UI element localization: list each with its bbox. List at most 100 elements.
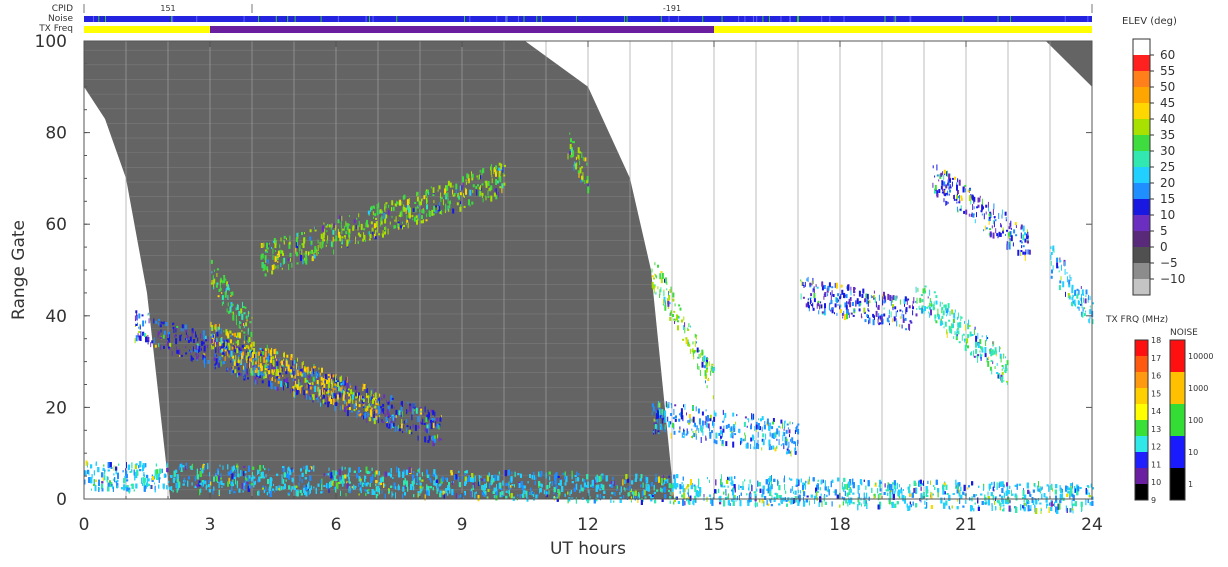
scatter-cell xyxy=(848,298,851,304)
scatter-cell xyxy=(218,362,220,368)
scatter-cell xyxy=(248,311,250,314)
scatter-cell xyxy=(323,383,326,388)
noise-tick xyxy=(287,16,289,22)
noise-tick xyxy=(275,16,277,22)
scatter-cell xyxy=(657,400,659,407)
scatter-cell xyxy=(745,443,748,449)
scatter-cell xyxy=(358,412,360,415)
scatter-cell xyxy=(225,341,227,346)
scatter-cell xyxy=(1062,281,1065,288)
scatter-cell xyxy=(828,304,830,311)
noise-tick xyxy=(196,16,198,22)
scatter-cell xyxy=(942,310,945,316)
scatter-cell xyxy=(761,426,763,432)
scatter-cell xyxy=(171,350,173,356)
noise-tick xyxy=(744,16,746,22)
scatter-cell xyxy=(789,421,791,425)
scatter-cell xyxy=(1010,220,1012,227)
scatter-cell xyxy=(786,451,788,455)
scatter-cell xyxy=(493,168,495,175)
scatter-cell xyxy=(311,257,313,261)
scatter-cell xyxy=(817,300,820,303)
scatter-cell xyxy=(166,334,168,338)
scatter-cell xyxy=(427,409,429,413)
scatter-cell xyxy=(578,172,580,178)
scatter-cell xyxy=(194,334,197,338)
noise-tick xyxy=(829,16,831,22)
scatter-cell xyxy=(348,399,350,404)
scatter-cell xyxy=(357,392,358,398)
scatter-cell xyxy=(229,367,231,371)
scatter-cell xyxy=(233,356,235,361)
scatter-cell xyxy=(934,314,937,319)
scatter-cell xyxy=(364,412,367,419)
scatter-cell xyxy=(586,180,589,184)
scatter-cell xyxy=(455,183,458,190)
scatter-cell xyxy=(989,349,992,352)
scatter-cell xyxy=(990,232,992,237)
scatter-cell xyxy=(693,424,695,427)
scatter-cell xyxy=(227,351,229,357)
scatter-cell xyxy=(674,321,675,324)
scatter-cell xyxy=(316,380,319,384)
scatter-cell xyxy=(840,304,842,308)
scatter-cell xyxy=(372,394,374,397)
scatter-cell xyxy=(1009,222,1011,226)
scatter-cell xyxy=(706,367,708,370)
scatter-cell xyxy=(368,417,371,422)
scatter-cell xyxy=(687,327,689,330)
scatter-cell xyxy=(927,305,929,308)
scatter-cell xyxy=(964,344,967,351)
scatter-cell xyxy=(815,284,817,288)
scatter-cell xyxy=(397,221,400,224)
scatter-cell xyxy=(965,324,966,331)
scatter-cell xyxy=(929,312,931,318)
scatter-cell xyxy=(399,212,401,217)
scatter-cell xyxy=(266,259,268,263)
scatter-cell xyxy=(391,423,392,430)
scatter-cell xyxy=(714,412,717,417)
scatter-cell xyxy=(1024,255,1026,261)
scatter-cell xyxy=(981,335,983,338)
scatter-cell xyxy=(685,433,688,436)
scatter-cell xyxy=(1022,225,1025,232)
scatter-cell xyxy=(304,395,306,399)
scatter-cell xyxy=(660,271,663,274)
scatter-cell xyxy=(332,229,335,235)
scatter-cell xyxy=(440,415,442,418)
scatter-cell xyxy=(979,195,981,198)
scatter-cell xyxy=(145,320,147,324)
scatter-cell xyxy=(711,363,714,366)
scatter-cell xyxy=(400,225,402,229)
scatter-cell xyxy=(1050,275,1053,279)
scatter-cell xyxy=(991,369,993,375)
scatter-cell xyxy=(245,350,247,353)
scatter-cell xyxy=(341,246,343,249)
scatter-cell xyxy=(837,304,839,306)
scatter-cell xyxy=(341,239,343,245)
scatter-cell xyxy=(328,395,330,402)
scatter-cell xyxy=(253,371,255,376)
scatter-cell xyxy=(1089,318,1091,324)
scatter-cell xyxy=(313,254,316,259)
scatter-cell xyxy=(135,335,138,342)
scatter-cell xyxy=(888,315,890,319)
scatter-cell xyxy=(340,383,343,386)
scatter-cell xyxy=(266,242,269,249)
scatter-cell xyxy=(943,174,945,180)
scatter-cell xyxy=(477,175,479,181)
scatter-cell xyxy=(787,427,789,430)
scatter-cell xyxy=(368,238,371,241)
scatter-cell xyxy=(692,416,695,423)
scatter-cell xyxy=(432,435,434,441)
scatter-cell xyxy=(359,234,362,238)
scatter-cell xyxy=(856,298,859,305)
scatter-cell xyxy=(469,204,471,207)
scatter-cell xyxy=(339,387,342,392)
scatter-cell xyxy=(310,371,312,374)
scatter-cell xyxy=(999,347,1001,350)
scatter-cell xyxy=(313,366,316,369)
scatter-cell xyxy=(267,269,269,273)
scatter-cell xyxy=(905,307,908,313)
scatter-cell xyxy=(238,347,241,351)
